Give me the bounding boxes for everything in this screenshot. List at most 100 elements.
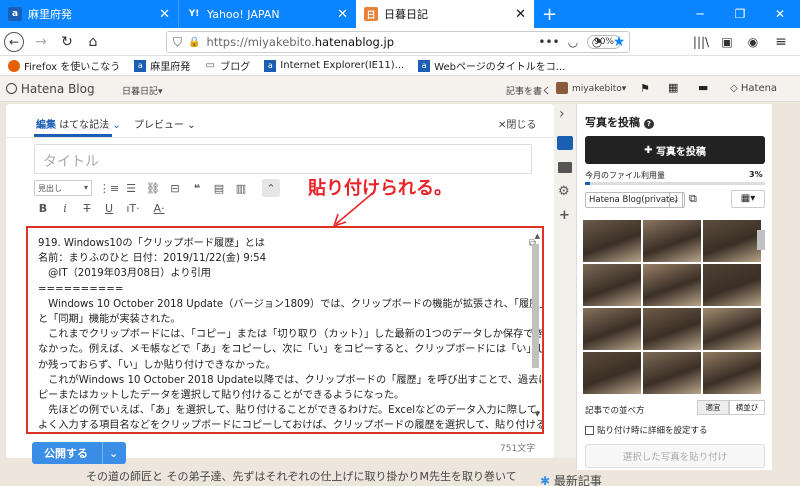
close-icon[interactable]: ✕	[337, 7, 348, 22]
tab-higure[interactable]: 日 日暮日記 ✕	[356, 0, 534, 28]
sidebar-icon[interactable]: ▣	[716, 32, 738, 52]
footnote-icon[interactable]: ▥	[232, 180, 250, 196]
photo-thumbnail[interactable]	[583, 264, 641, 306]
tab-marifu[interactable]: a 麻里府発 ✕	[0, 0, 178, 28]
bookmark-blog-folder[interactable]: ▭ ブログ	[204, 58, 251, 73]
bookmark-flag-icon[interactable]: ⚑	[640, 82, 650, 95]
title-input[interactable]: タイトル	[34, 144, 532, 174]
back-icon[interactable]: ←	[4, 32, 24, 52]
close-icon[interactable]: ✕	[515, 7, 526, 22]
bold-icon[interactable]: B	[34, 200, 52, 216]
shield-icon: ⛉	[173, 34, 183, 49]
pocket-icon[interactable]: ◡	[562, 32, 584, 52]
new-tab-button[interactable]: +	[534, 0, 560, 28]
photo-thumbnail[interactable]	[583, 352, 641, 394]
collapse-toolbar-icon[interactable]: ⌃	[262, 179, 280, 197]
tab-yahoo[interactable]: Y! Yahoo! JAPAN ✕	[178, 0, 356, 28]
bookmarks-bar: Firefox を使いこなう a 麻里府発 ▭ ブログ a Internet Expl…	[0, 56, 800, 76]
heading-select[interactable]: 見出し ▾	[34, 180, 92, 196]
body-line: 名前：まりふのひと 日付：2019/11/22(金) 9:54	[38, 253, 267, 265]
star-icon[interactable]: ★	[608, 32, 630, 52]
close-icon[interactable]: ✕	[159, 7, 170, 22]
tab-preview[interactable]: プレビュー ⌄	[134, 116, 196, 131]
photo-scrollbar[interactable]	[757, 230, 765, 250]
photo-icon[interactable]	[557, 136, 573, 150]
photo-thumbnail[interactable]	[583, 308, 641, 350]
bookmark-ie11[interactable]: a Internet Explorer(IE11)...	[264, 59, 405, 72]
bookmark-marifu[interactable]: a 麻里府発	[134, 58, 190, 73]
forward-icon[interactable]: →	[30, 32, 52, 52]
plus-icon[interactable]: +	[559, 208, 570, 223]
external-link-icon[interactable]: ⧉	[689, 192, 697, 206]
help-icon[interactable]: ?	[643, 119, 654, 129]
photo-thumbnail[interactable]	[643, 308, 701, 350]
hatena-brand[interactable]: ◇ Hatena	[730, 83, 777, 94]
upload-photo-button[interactable]: ✚ 写真を投稿	[585, 136, 765, 164]
photo-thumbnail[interactable]	[703, 352, 761, 394]
photo-thumbnail[interactable]	[703, 308, 761, 350]
chevron-down-icon[interactable]: ⌄	[669, 192, 683, 208]
photo-thumbnail[interactable]	[643, 352, 701, 394]
font-size-icon[interactable]: ıT·	[122, 200, 144, 216]
more-icon[interactable]: •••	[538, 32, 560, 52]
body-textarea[interactable]: 919. Windows10の「クリップボード履歴」とは 名前：まりふのひと 日付…	[26, 226, 544, 434]
bullet-list-icon[interactable]: ☰	[122, 180, 140, 196]
photo-thumbnail[interactable]	[583, 220, 641, 262]
account-icon[interactable]: ◉	[742, 32, 764, 52]
detail-checkbox-row[interactable]: 貼り付け時に詳細を設定する	[585, 424, 708, 436]
logo-text: Hatena Blog	[20, 82, 95, 96]
scroll-down-icon[interactable]: ▼	[535, 410, 540, 418]
detail-checkbox[interactable]	[585, 425, 594, 435]
avatar[interactable]	[556, 82, 568, 94]
write-article-link[interactable]: 記事を書く	[506, 84, 551, 97]
photo-thumbnail[interactable]	[703, 264, 761, 306]
restore-icon[interactable]: ❐	[720, 0, 760, 28]
ordered-list-icon[interactable]: ⋮≡	[99, 180, 119, 196]
publish-button[interactable]: 公開する ⌄	[32, 442, 126, 464]
table-icon[interactable]: ▤	[210, 180, 228, 196]
bookmark-firefox[interactable]: Firefox を使いこなう	[8, 58, 120, 73]
bookmark-label: Internet Explorer(IE11)...	[280, 60, 405, 71]
sort-option-horizontal[interactable]: 横並び	[729, 400, 765, 415]
chevron-down-icon[interactable]: ⌄	[102, 442, 118, 464]
photo-thumbnail[interactable]	[643, 264, 701, 306]
link-icon[interactable]: ⛓	[144, 180, 162, 196]
quote-icon[interactable]: ❝	[188, 180, 206, 196]
strikethrough-icon[interactable]: T	[78, 200, 96, 216]
menu-icon[interactable]: ≡	[770, 32, 792, 52]
apps-grid-icon[interactable]: ▦	[668, 81, 678, 94]
text-color-icon[interactable]: A·	[148, 200, 170, 216]
body-line: Windows 10 October 2018 Update（バージョン1809…	[38, 298, 544, 310]
scrollbar-thumb[interactable]	[532, 244, 539, 368]
home-icon[interactable]: ⌂	[82, 32, 104, 52]
horizontal-rule-icon[interactable]: ⊟	[166, 180, 184, 196]
url-text: https://miyakebito.hatenablog.jp	[206, 35, 394, 49]
plus-icon: ✚	[644, 144, 653, 156]
library-icon[interactable]: |||\	[690, 32, 712, 52]
notification-icon[interactable]: ▬	[698, 81, 708, 94]
folder-icon[interactable]	[558, 162, 572, 173]
body-line: 先ほどの例でいえば、「あ」を選択して、貼り付けることができるわけだ。Excelな…	[38, 405, 544, 417]
blog-selector[interactable]: 日暮日記▾	[122, 84, 163, 97]
grid-view-icon[interactable]: ▦▾	[731, 190, 765, 208]
paste-photo-button[interactable]: 選択した写真を貼り付け	[585, 444, 765, 468]
scroll-up-icon[interactable]: ▲	[535, 232, 540, 240]
underline-icon[interactable]: U	[100, 200, 118, 216]
minimize-icon[interactable]: ─	[680, 0, 720, 28]
sort-option-auto[interactable]: 適宜	[697, 400, 729, 415]
rss-icon[interactable]: ◔	[586, 32, 608, 52]
url-bar[interactable]: ⛉ 🔒 https://miyakebito.hatenablog.jp 90%	[166, 31, 630, 53]
bookmark-label: ブログ	[220, 62, 251, 73]
user-menu[interactable]: miyakebito▾	[572, 84, 626, 94]
tab-edit[interactable]: 編集 はてな記法 ⌄	[36, 116, 121, 131]
chevron-right-icon[interactable]: ›	[559, 106, 565, 122]
close-window-icon[interactable]: ✕	[760, 0, 800, 28]
reload-icon[interactable]: ↻	[56, 32, 78, 52]
hatena-blog-logo[interactable]: Hatena Blog	[6, 82, 95, 96]
italic-icon[interactable]: i	[56, 200, 74, 216]
close-editor-button[interactable]: ✕閉じる	[498, 116, 536, 131]
photo-thumbnail[interactable]	[643, 220, 701, 262]
gear-icon[interactable]: ⚙	[558, 184, 570, 199]
photo-thumbnail[interactable]	[703, 220, 761, 262]
bookmark-webpage-title[interactable]: a Webページのタイトルをコ...	[418, 58, 565, 73]
